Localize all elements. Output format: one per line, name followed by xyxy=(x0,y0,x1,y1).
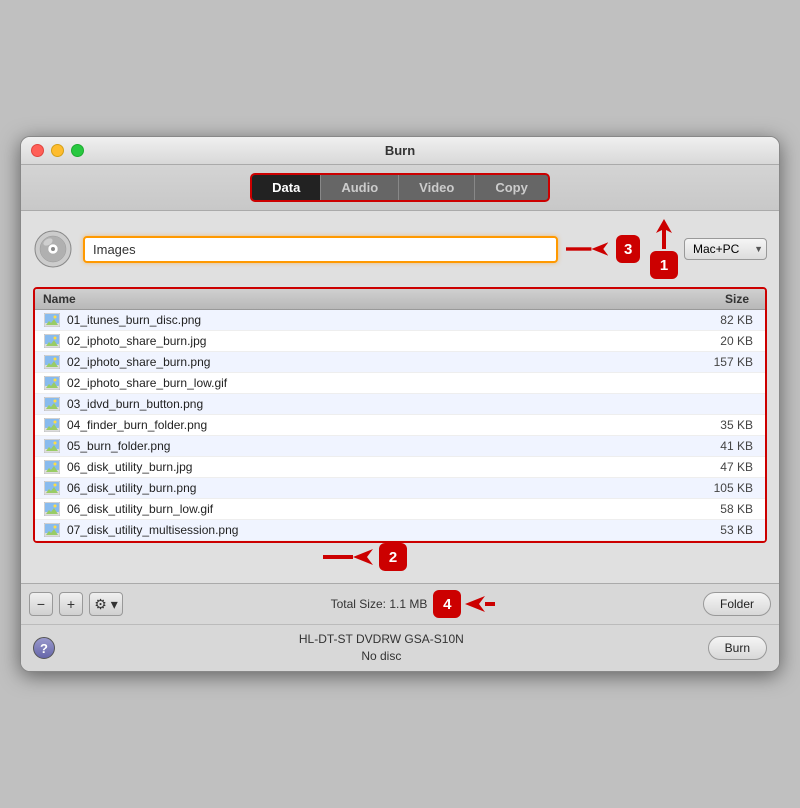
file-icon xyxy=(43,396,61,412)
file-size: 157 KB xyxy=(677,355,757,369)
file-list[interactable]: 01_itunes_burn_disc.png82 KB 02_iphoto_s… xyxy=(35,310,765,541)
disc-icon xyxy=(33,229,73,269)
disc-name-input[interactable] xyxy=(83,236,558,263)
table-row[interactable]: 06_disk_utility_burn_low.gif58 KB xyxy=(35,499,765,520)
disc-name-wrapper: 3 xyxy=(83,235,640,263)
file-name: 07_disk_utility_multisession.png xyxy=(67,523,677,537)
bottom-toolbar: − + ⚙ ▾ Total Size: 1.1 MB 4 Folder xyxy=(21,583,779,624)
format-select[interactable]: Mac+PC Mac Only PC Only xyxy=(684,238,767,260)
annotation-badge-3: 3 xyxy=(616,235,640,263)
file-name: 03_idvd_burn_button.png xyxy=(67,397,677,411)
maximize-button[interactable] xyxy=(71,144,84,157)
arrow-1-up-icon xyxy=(652,219,676,249)
main-content: 3 1 Mac+PC Mac Only PC Only xyxy=(21,211,779,583)
main-window: Burn Data Audio Video Copy xyxy=(20,136,780,672)
file-list-header: Name Size xyxy=(35,289,765,310)
file-size: 20 KB xyxy=(677,334,757,348)
file-name: 01_itunes_burn_disc.png xyxy=(67,313,677,327)
device-info: HL-DT-ST DVDRW GSA-S10N No disc xyxy=(65,631,698,665)
window-controls xyxy=(31,144,84,157)
remove-button[interactable]: − xyxy=(29,592,53,616)
table-row[interactable]: 05_burn_folder.png41 KB xyxy=(35,436,765,457)
tab-audio[interactable]: Audio xyxy=(321,175,399,200)
tab-bar: Data Audio Video Copy xyxy=(250,173,550,202)
table-row[interactable]: 04_finder_burn_folder.png35 KB xyxy=(35,415,765,436)
file-name: 04_finder_burn_folder.png xyxy=(67,418,677,432)
format-wrapper: 1 Mac+PC Mac Only PC Only xyxy=(650,219,767,279)
file-name: 02_iphoto_share_burn_low.gif xyxy=(67,376,677,390)
tab-video[interactable]: Video xyxy=(399,175,475,200)
folder-button[interactable]: Folder xyxy=(703,592,771,616)
file-name: 06_disk_utility_burn_low.gif xyxy=(67,502,677,516)
file-size: 105 KB xyxy=(677,481,757,495)
file-icon xyxy=(43,459,61,475)
annotation-badge-2: 2 xyxy=(379,543,407,571)
file-name: 02_iphoto_share_burn.jpg xyxy=(67,334,677,348)
file-icon xyxy=(43,375,61,391)
file-icon xyxy=(43,480,61,496)
minimize-button[interactable] xyxy=(51,144,64,157)
col-name-header: Name xyxy=(43,292,677,306)
badge1-group: 1 xyxy=(650,219,678,279)
status-bar: ? HL-DT-ST DVDRW GSA-S10N No disc Burn xyxy=(21,624,779,671)
total-size-group: Total Size: 1.1 MB 4 xyxy=(129,590,697,618)
annotation-badge-4: 4 xyxy=(433,590,461,618)
tab-copy[interactable]: Copy xyxy=(475,175,548,200)
help-button[interactable]: ? xyxy=(33,637,55,659)
table-row[interactable]: 02_iphoto_share_burn.png157 KB xyxy=(35,352,765,373)
window-title: Burn xyxy=(385,143,415,158)
file-icon xyxy=(43,312,61,328)
burn-button[interactable]: Burn xyxy=(708,636,767,660)
device-line2: No disc xyxy=(65,648,698,665)
input-row: 3 1 Mac+PC Mac Only PC Only xyxy=(33,219,767,279)
file-name: 02_iphoto_share_burn.png xyxy=(67,355,677,369)
device-line1: HL-DT-ST DVDRW GSA-S10N xyxy=(65,631,698,648)
table-row[interactable]: 06_disk_utility_burn.png105 KB xyxy=(35,478,765,499)
file-icon xyxy=(43,438,61,454)
file-size: 41 KB xyxy=(677,439,757,453)
table-row[interactable]: 06_disk_utility_burn.jpg47 KB xyxy=(35,457,765,478)
file-icon xyxy=(43,333,61,349)
file-name: 06_disk_utility_burn.png xyxy=(67,481,677,495)
file-size: 35 KB xyxy=(677,418,757,432)
tab-data[interactable]: Data xyxy=(252,175,321,200)
close-button[interactable] xyxy=(31,144,44,157)
table-row[interactable]: 07_disk_utility_multisession.png53 KB xyxy=(35,520,765,541)
file-list-section: Name Size 01_itunes_burn_disc.png82 KB 0… xyxy=(33,287,767,543)
file-size: 47 KB xyxy=(677,460,757,474)
file-size: 82 KB xyxy=(677,313,757,327)
file-icon xyxy=(43,522,61,538)
gear-button[interactable]: ⚙ ▾ xyxy=(89,592,123,616)
add-button[interactable]: + xyxy=(59,592,83,616)
titlebar: Burn xyxy=(21,137,779,165)
arrow-3-icon xyxy=(566,237,608,261)
arrow-2-icon xyxy=(323,545,373,569)
table-row[interactable]: 02_iphoto_share_burn_low.gif xyxy=(35,373,765,394)
table-row[interactable]: 03_idvd_burn_button.png xyxy=(35,394,765,415)
file-size: 58 KB xyxy=(677,502,757,516)
total-size-text: Total Size: 1.1 MB xyxy=(331,597,428,611)
file-name: 06_disk_utility_burn.jpg xyxy=(67,460,677,474)
tabbar-wrapper: Data Audio Video Copy xyxy=(21,165,779,211)
format-select-wrapper: Mac+PC Mac Only PC Only xyxy=(684,238,767,260)
col-size-header: Size xyxy=(677,292,757,306)
badge2-group: 2 xyxy=(33,543,767,571)
file-name: 05_burn_folder.png xyxy=(67,439,677,453)
annotation-badge-1: 1 xyxy=(650,251,678,279)
table-row[interactable]: 02_iphoto_share_burn.jpg20 KB xyxy=(35,331,765,352)
file-icon xyxy=(43,501,61,517)
arrow-4-icon xyxy=(465,592,495,616)
file-size: 53 KB xyxy=(677,523,757,537)
table-row[interactable]: 01_itunes_burn_disc.png82 KB xyxy=(35,310,765,331)
file-icon xyxy=(43,417,61,433)
file-icon xyxy=(43,354,61,370)
